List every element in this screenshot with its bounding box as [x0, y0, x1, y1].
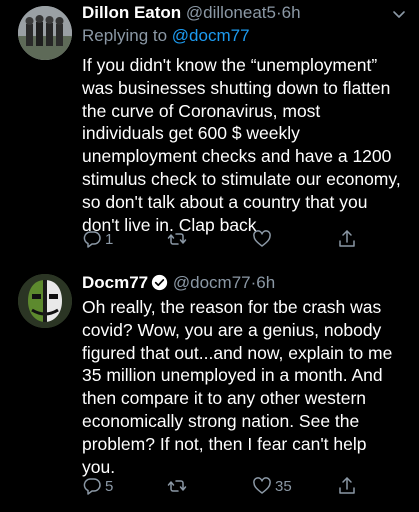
tweet-text: Oh really, the reason for tbe crash was …: [82, 297, 393, 477]
user-handle[interactable]: @docm77: [173, 273, 251, 292]
like-button[interactable]: [252, 229, 275, 249]
reply-button[interactable]: 5: [82, 476, 113, 496]
share-button[interactable]: [337, 476, 357, 496]
replying-to-handle[interactable]: @docm77: [172, 26, 250, 45]
timestamp[interactable]: 6h: [282, 3, 301, 22]
tweet-dillon-eaton[interactable]: Dillon Eaton @dilloneat5·6h Replying to …: [0, 0, 419, 262]
like-icon: [253, 477, 271, 494]
tweet-text: If you didn't know the “unemployment” wa…: [82, 55, 401, 235]
share-icon: [339, 477, 355, 494]
timestamp[interactable]: 6h: [256, 273, 275, 292]
replying-to-label: Replying to: [82, 26, 172, 45]
retweet-button[interactable]: [167, 229, 190, 249]
like-count: 35: [275, 477, 292, 495]
tweet-docm77[interactable]: Docm77 @docm77·6h Oh really, the reason …: [0, 262, 419, 512]
share-button[interactable]: [337, 229, 357, 249]
chevron-down-icon[interactable]: [391, 6, 407, 22]
like-button[interactable]: 35: [252, 476, 292, 496]
reply-count: 5: [105, 477, 114, 495]
display-name[interactable]: Docm77: [82, 273, 148, 292]
replying-to: Replying to @docm77: [82, 25, 250, 47]
tweet-header: Dillon Eaton @dilloneat5·6h: [82, 2, 405, 24]
reply-button[interactable]: 1: [82, 229, 113, 249]
tweet-header: Docm77 @docm77·6h: [82, 272, 405, 294]
verified-badge-icon: [151, 274, 168, 291]
user-handle[interactable]: @dilloneat5: [186, 3, 276, 22]
display-name[interactable]: Dillon Eaton: [82, 3, 181, 22]
avatar[interactable]: [18, 6, 72, 60]
retweet-button[interactable]: [167, 476, 190, 496]
reply-icon: [83, 478, 101, 495]
reply-count: 1: [105, 230, 114, 248]
like-icon: [253, 230, 271, 247]
tweet-actions: 1: [82, 229, 372, 251]
avatar[interactable]: [18, 274, 72, 328]
retweet-icon: [167, 233, 187, 245]
retweet-icon: [167, 480, 187, 492]
tweet-actions: 5 35: [82, 476, 372, 498]
reply-icon: [83, 231, 101, 248]
share-icon: [339, 230, 355, 247]
